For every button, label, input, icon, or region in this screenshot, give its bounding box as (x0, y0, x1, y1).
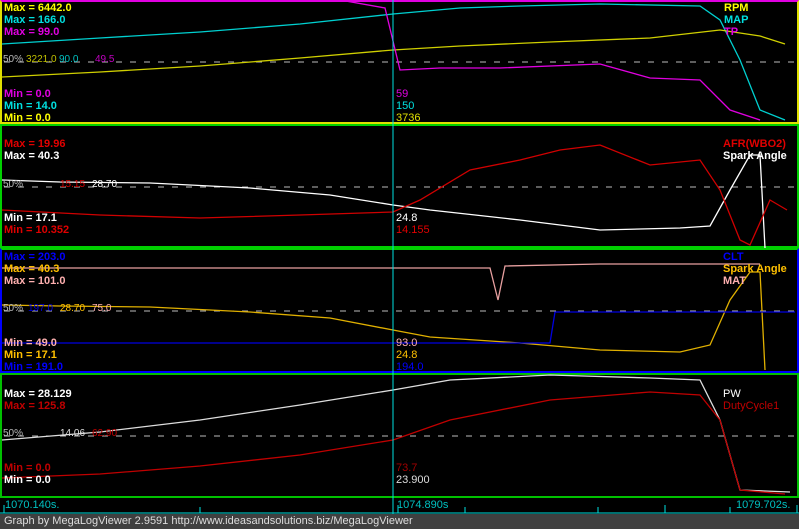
spark-max: Max = 40.3 (4, 150, 60, 162)
spark2-cursor: 24.8 (396, 349, 418, 361)
time-start: 1070.140s. (5, 499, 60, 511)
mid-pct: 50% (3, 303, 24, 314)
map-max: Max = 166.0 (4, 14, 66, 26)
afr-min: Min = 10.352 (4, 224, 70, 236)
clt-mid: 197.0 (28, 303, 54, 314)
spark-line-2 (1, 271, 766, 371)
legend-clt: CLT (723, 251, 744, 263)
mat-max: Max = 101.0 (4, 275, 66, 287)
clt-min: Min = 191.0 (4, 361, 64, 373)
rpm-mid: 3221.0 (26, 54, 57, 65)
legend-tp: TP (724, 26, 739, 38)
mid-pct: 50% (3, 54, 24, 65)
legend-afr: AFR(WBO2) (723, 138, 786, 150)
pw-mid: 14.06 (60, 428, 86, 439)
tp-min: Min = 0.0 (4, 88, 51, 100)
legend-mat: MAT (723, 275, 747, 287)
clt-max: Max = 203.0 (4, 251, 66, 263)
spark2-max: Max = 40.3 (4, 263, 60, 275)
spark2-mid: 28.70 (60, 303, 86, 314)
afr-line (1, 144, 788, 246)
map-mid: 90.0 (59, 54, 79, 65)
legend-spark: Spark Angle (723, 150, 787, 162)
afr-cursor: 14.155 (396, 224, 430, 236)
spark-min: Min = 17.1 (4, 212, 57, 224)
tp-max: Max = 99.0 (4, 26, 60, 38)
time-axis[interactable]: 1070.140s. 1074.890s 1079.702s. (0, 498, 799, 514)
rpm-cursor: 3736 (396, 112, 421, 124)
pw-min: Min = 0.0 (4, 474, 51, 486)
clt-cursor: 194.0 (396, 361, 424, 373)
map-min: Min = 14.0 (4, 100, 57, 112)
time-cursor: 1074.890s (397, 499, 449, 511)
duty-min: Min = 0.0 (4, 462, 51, 474)
mid-pct: 50% (3, 179, 24, 190)
spark-cursor: 24.8 (396, 212, 418, 224)
mid-pct: 50% (3, 428, 24, 439)
legend-map: MAP (724, 14, 749, 26)
spark2-min: Min = 17.1 (4, 349, 57, 361)
pw-max: Max = 28.129 (4, 388, 72, 400)
duty-max: Max = 125.8 (4, 400, 66, 412)
graph-lines (0, 0, 799, 514)
spark-line-1 (1, 154, 766, 249)
pw-cursor: 23.900 (396, 474, 430, 486)
spark-mid: 28.70 (92, 179, 118, 190)
mat-min: Min = 49.0 (4, 337, 57, 349)
rpm-min: Min = 0.0 (4, 112, 51, 124)
mat-mid: 75.0 (92, 303, 112, 314)
afr-mid: 15.15 (60, 179, 86, 190)
tp-cursor: 59 (396, 88, 409, 100)
mat-cursor: 93.0 (396, 337, 418, 349)
legend-rpm: RPM (724, 2, 749, 14)
duty-mid: 62.90 (92, 428, 118, 439)
footer-credit: Graph by MegaLogViewer 2.9591 http://www… (0, 514, 799, 529)
legend-spark2: Spark Angle (723, 263, 787, 275)
map-cursor: 150 (396, 100, 415, 112)
tp-mid: 49.5 (95, 54, 115, 65)
legend-pw: PW (723, 388, 741, 400)
time-end: 1079.702s. (736, 499, 791, 511)
legend-duty: DutyCycle1 (723, 400, 780, 412)
mat-line (2, 263, 760, 301)
duty-cursor: 73.7 (396, 462, 418, 474)
rpm-max: Max = 6442.0 (4, 2, 72, 14)
afr-max: Max = 19.96 (4, 138, 66, 150)
